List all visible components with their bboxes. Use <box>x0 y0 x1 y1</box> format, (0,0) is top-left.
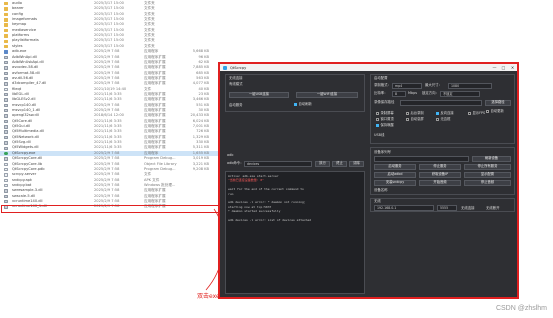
no-border-checkbox[interactable]: 无边框 <box>436 117 450 122</box>
wireless-ip-label: 无线 <box>374 199 381 203</box>
minimize-button[interactable]: — <box>490 64 499 71</box>
stop-all-button[interactable]: 停止所有服务 <box>464 164 511 170</box>
record-path-input[interactable] <box>400 99 482 106</box>
device-serial-label: 设备序列号 <box>374 150 391 154</box>
show-fps-checkbox[interactable]: 显示FPS <box>468 111 485 116</box>
close-button[interactable]: ✕ <box>508 64 517 71</box>
console-output: Active: adb.exe start-server "当前已连接设备数量: … <box>225 171 365 294</box>
bitrate-unit: Mbps <box>408 91 417 95</box>
start-server-button[interactable]: 启动服务 <box>374 164 416 170</box>
always-top-checkbox[interactable]: 窗口置顶 <box>376 117 394 122</box>
record-format-label: 录制格式： <box>374 83 391 87</box>
csdn-watermark: CSDN @zhslhm <box>495 305 547 312</box>
adb-command-input[interactable]: devices <box>244 160 312 167</box>
reverse-connect-checkbox[interactable]: 反向连接 <box>436 111 454 116</box>
qtscrcpy-window: QtScrcpy — □ ✕ 无线连接 有线模式 一键USB连接 一键WIFI连… <box>218 62 519 299</box>
wifi-disconnect-button[interactable]: 无线断开 <box>486 206 500 210</box>
wifi-connect-button[interactable]: 一键WIFI连接 <box>296 92 358 98</box>
start-config-title: 启动配置 <box>374 76 388 80</box>
clear-button[interactable]: 清除 <box>349 160 364 167</box>
lock-orient-select[interactable]: 不锁定 <box>440 90 480 97</box>
exec-button[interactable]: 执行 <box>315 160 330 167</box>
start-service-label: 启动服务 <box>229 103 243 107</box>
auto-off-checkbox[interactable]: 自动息屏 <box>406 117 424 122</box>
device-name-label: 设备名称 <box>374 188 388 192</box>
usb-connect-button[interactable]: 一键USB连接 <box>229 92 289 98</box>
lock-orient-label: 锁定方向： <box>422 91 439 95</box>
max-size-label: 最大尺寸： <box>425 83 442 87</box>
ip-input[interactable]: 192.168.0.1 <box>374 205 434 211</box>
device-serial-select[interactable] <box>374 156 469 162</box>
adb-label: adb <box>227 153 234 157</box>
wifi-connect-button[interactable]: 无线连接 <box>461 206 475 210</box>
wireless-title: 无线连接 <box>229 76 243 80</box>
background-record-checkbox[interactable]: 后台录制 <box>406 111 424 116</box>
select-path-button[interactable]: 选择路径 <box>485 99 511 106</box>
stop-server-button[interactable]: 停止服务 <box>419 164 461 170</box>
refresh-devices-button[interactable]: 刷新设备 <box>472 156 511 162</box>
bitrate-input[interactable]: 8 <box>392 90 406 97</box>
window-title: QtScrcpy <box>230 65 247 70</box>
show-config-button[interactable]: 显示配置 <box>464 172 511 178</box>
record-path-label: 录像保存路径 <box>374 100 395 104</box>
wireless-subtitle: 有线模式 <box>229 82 243 86</box>
install-sndcpy-button[interactable]: 安装sndcpy <box>374 180 416 186</box>
max-size-select[interactable]: 1080 <box>448 82 492 89</box>
stay-awake-checkbox[interactable]: 保持唤醒 <box>376 123 394 128</box>
qtscrcpy-app-icon <box>223 65 227 70</box>
auto-refresh-checkbox[interactable]: 自动刷新 <box>294 102 312 107</box>
record-screen-checkbox[interactable]: 录制屏幕 <box>376 111 394 116</box>
start-adbd-button[interactable]: 启动adbd <box>374 172 416 178</box>
maximize-button[interactable]: □ <box>499 64 508 71</box>
console-line: adb devices -l error: List of devices at… <box>228 218 312 223</box>
bitrate-label: 比特率： <box>374 91 388 95</box>
auto-update-checkbox[interactable]: 自动更新 <box>486 109 504 114</box>
usb-line-label: USB线 <box>374 133 385 137</box>
qtscrcpy-titlebar: QtScrcpy — □ ✕ <box>220 64 517 71</box>
terminate-button[interactable]: 终止 <box>332 160 347 167</box>
start-audio-button[interactable]: 开始音频 <box>419 180 461 186</box>
device-actions-group <box>370 147 515 195</box>
stop-audio-button[interactable]: 停止音频 <box>464 180 511 186</box>
record-format-select[interactable]: mp4 <box>392 82 422 89</box>
port-input[interactable]: 5555 <box>437 205 457 211</box>
adb-command-label: adb命令： <box>227 161 244 165</box>
get-ip-button[interactable]: 获取设备IP <box>419 172 461 178</box>
